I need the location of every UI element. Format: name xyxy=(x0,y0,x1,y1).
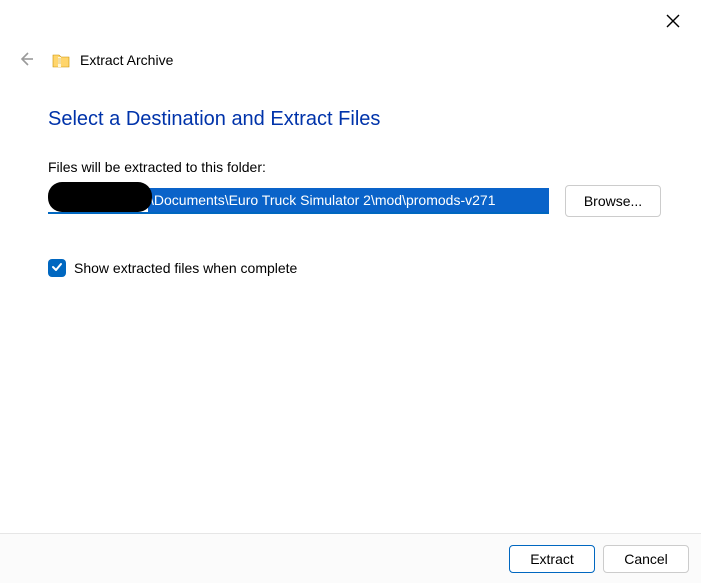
destination-path-value: \Documents\Euro Truck Simulator 2\mod\pr… xyxy=(148,188,549,212)
show-extracted-label[interactable]: Show extracted files when complete xyxy=(74,260,297,276)
content-area: Select a Destination and Extract Files F… xyxy=(48,108,661,277)
back-button[interactable] xyxy=(12,46,40,74)
path-label: Files will be extracted to this folder: xyxy=(48,159,661,175)
window-title: Extract Archive xyxy=(80,52,173,68)
page-heading: Select a Destination and Extract Files xyxy=(48,108,661,131)
footer: Extract Cancel xyxy=(0,533,701,583)
close-icon xyxy=(666,14,680,31)
archive-folder-icon xyxy=(52,52,70,68)
redacted-path-segment xyxy=(48,182,152,212)
arrow-left-icon xyxy=(18,51,34,70)
extract-button[interactable]: Extract xyxy=(509,545,595,573)
cancel-button[interactable]: Cancel xyxy=(603,545,689,573)
checkmark-icon xyxy=(51,260,63,276)
show-extracted-checkbox[interactable] xyxy=(48,259,66,277)
destination-path-input[interactable]: \Documents\Euro Truck Simulator 2\mod\pr… xyxy=(48,188,549,214)
header: Extract Archive xyxy=(12,46,173,74)
path-row: \Documents\Euro Truck Simulator 2\mod\pr… xyxy=(48,185,661,217)
checkbox-row: Show extracted files when complete xyxy=(48,259,661,277)
browse-button[interactable]: Browse... xyxy=(565,185,661,217)
close-button[interactable] xyxy=(655,8,691,36)
